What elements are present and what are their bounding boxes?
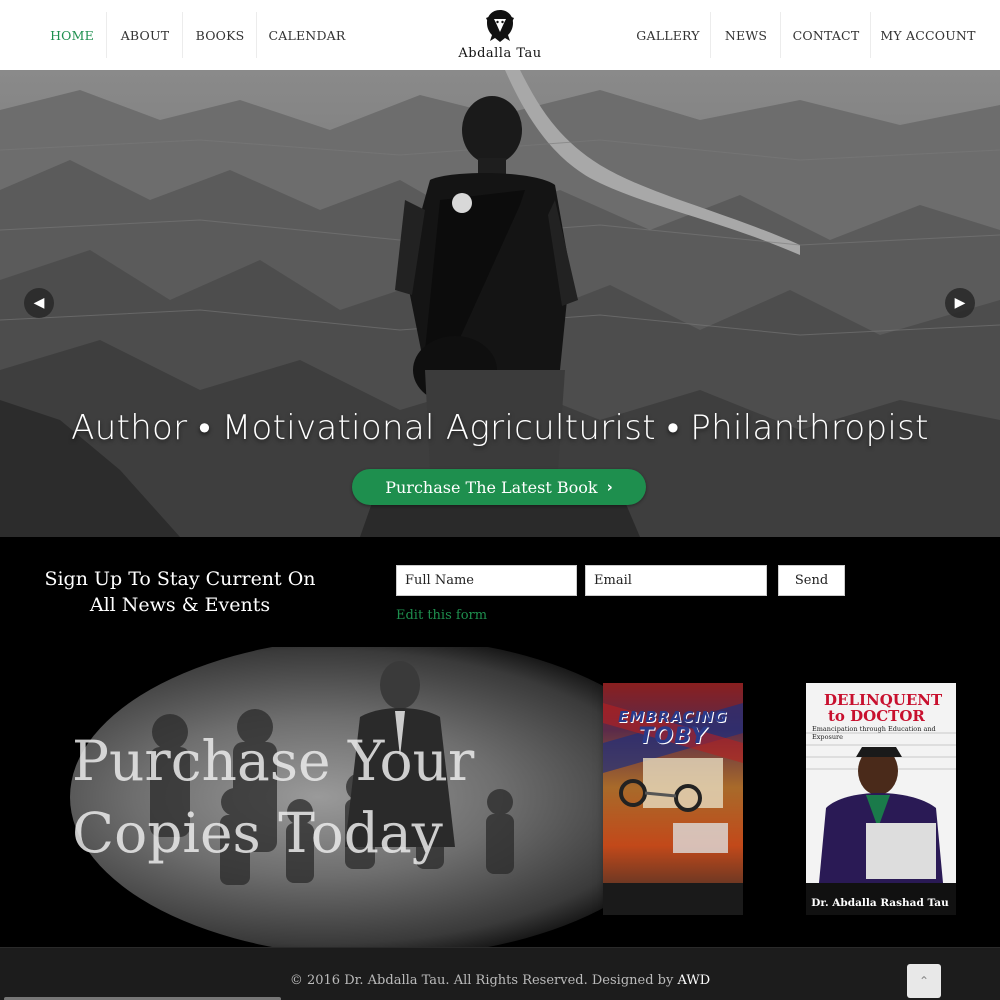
book-cover: DELINQUENT to DOCTOR Emancipation throug… — [806, 683, 956, 915]
nav-my-account[interactable]: MY ACCOUNT — [876, 0, 980, 70]
book2-title-line2: to DOCTOR — [828, 707, 925, 725]
signup-title-line2: All News & Events — [89, 594, 271, 616]
book2-author: Dr. Abdalla Rashad Tau — [811, 897, 949, 909]
site-footer: © 2016 Dr. Abdalla Tau. All Rights Reser… — [0, 947, 1000, 1000]
nav-divider — [256, 12, 257, 58]
back-to-top-button[interactable]: ⌃ — [907, 964, 941, 998]
chevron-up-icon: ⌃ — [918, 974, 930, 988]
chevron-left-icon: ◀ — [33, 295, 45, 311]
email-field[interactable]: Email — [585, 565, 767, 596]
nav-books[interactable]: BOOKS — [186, 0, 254, 70]
footer-copyright: © 2016 Dr. Abdalla Tau. All Rights Reser… — [0, 973, 1000, 988]
nav-about[interactable]: ABOUT — [110, 0, 180, 70]
nav-calendar[interactable]: CALENDAR — [262, 0, 352, 70]
full-name-field[interactable]: Full Name — [396, 565, 577, 596]
nav-contact[interactable]: CONTACT — [786, 0, 866, 70]
hero-tagline: Author • Motivational Agriculturist • Ph… — [71, 408, 929, 448]
designer-link[interactable]: AWD — [677, 973, 710, 988]
send-button[interactable]: Send — [778, 565, 845, 596]
nav-home[interactable]: HOME — [42, 0, 102, 70]
book2-subtitle: Emancipation through Education and Expos… — [812, 725, 936, 741]
promo-title-line2: Copies Today — [72, 801, 443, 865]
nav-gallery[interactable]: GALLERY — [632, 0, 704, 70]
book-embracing-toby[interactable]: EMBRACING TOBY — [603, 683, 743, 915]
chevron-right-icon: › — [606, 478, 613, 496]
book-cover: EMBRACING TOBY — [603, 683, 743, 915]
top-navigation: HOME ABOUT BOOKS CALENDAR Abdalla Tau GA… — [0, 0, 1000, 70]
book1-title-line2: TOBY — [638, 724, 708, 749]
nav-divider — [182, 12, 183, 58]
book1-title: EMBRACING TOBY — [609, 707, 737, 749]
slider-next-button[interactable]: ▶ — [945, 288, 975, 318]
purchase-promo: Purchase Your Copies Today EMBRACING TOB… — [0, 647, 1000, 947]
promo-title-line1: Purchase Your — [72, 729, 475, 793]
nav-news[interactable]: NEWS — [716, 0, 776, 70]
site-logo[interactable]: Abdalla Tau — [440, 8, 560, 64]
newsletter-signup: Sign Up To Stay Current On All News & Ev… — [0, 537, 1000, 647]
lion-head-icon — [486, 10, 514, 42]
chevron-right-icon: ▶ — [954, 295, 966, 311]
book-delinquent-to-doctor[interactable]: DELINQUENT to DOCTOR Emancipation throug… — [806, 683, 956, 915]
nav-divider — [106, 12, 107, 58]
hero-slider: ◀ ▶ Author • Motivational Agriculturist … — [0, 70, 1000, 537]
nav-divider — [870, 12, 871, 58]
purchase-latest-book-button[interactable]: Purchase The Latest Book › — [352, 469, 646, 505]
logo-text: Abdalla Tau — [458, 46, 542, 61]
nav-divider — [780, 12, 781, 58]
cta-label: Purchase The Latest Book — [385, 477, 598, 497]
slider-prev-button[interactable]: ◀ — [24, 288, 54, 318]
promo-title: Purchase Your Copies Today — [72, 725, 532, 869]
signup-title: Sign Up To Stay Current On All News & Ev… — [30, 566, 330, 618]
signup-title-line1: Sign Up To Stay Current On — [44, 568, 316, 590]
canyon-photo — [0, 70, 1000, 537]
nav-divider — [710, 12, 711, 58]
copyright-text: © 2016 Dr. Abdalla Tau. All Rights Reser… — [289, 973, 674, 988]
edit-form-link[interactable]: Edit this form — [396, 608, 487, 623]
